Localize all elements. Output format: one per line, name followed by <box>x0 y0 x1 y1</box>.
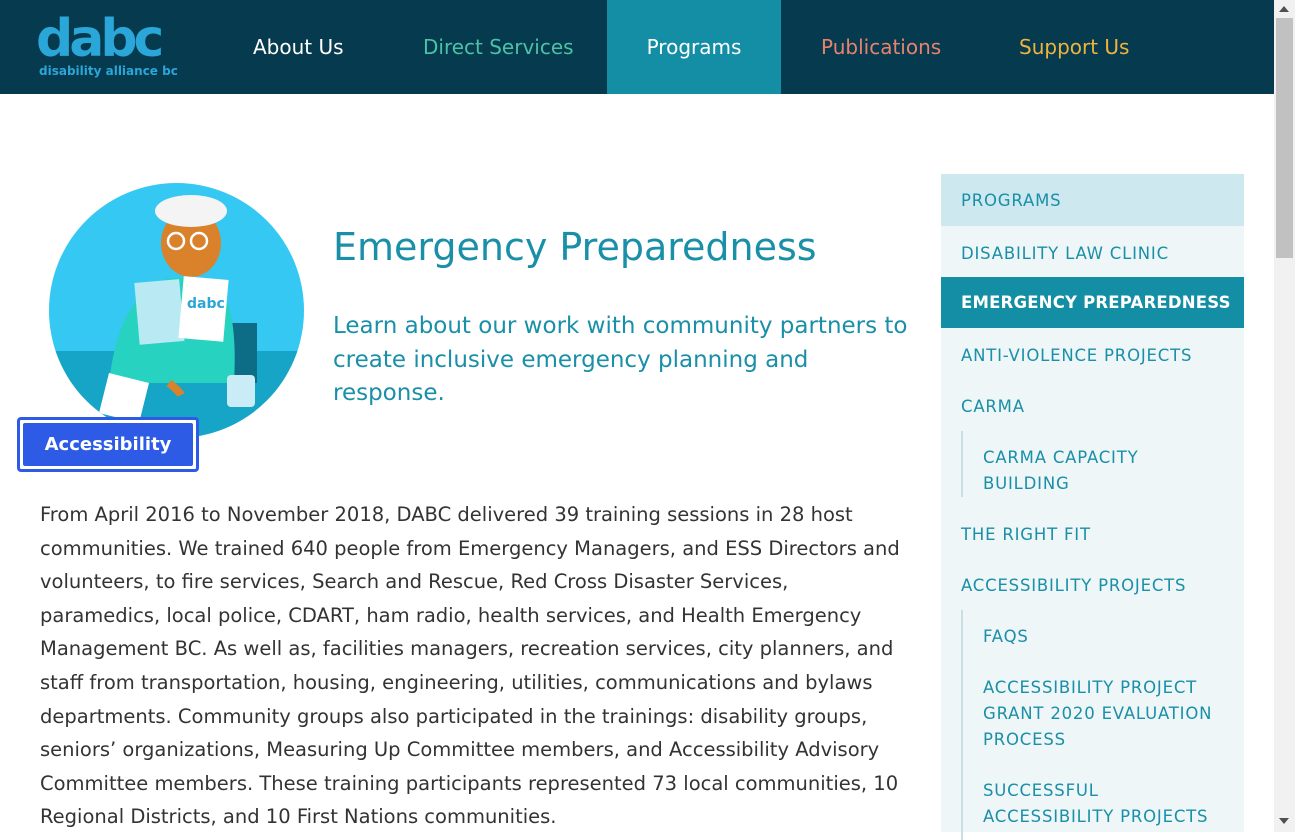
nav-about-us-label: About Us <box>253 35 344 59</box>
sidebar-item-accessibility-projects[interactable]: ACCESSIBILITY PROJECTS <box>941 573 1244 599</box>
sidebar-item-faqs[interactable]: FAQS <box>941 624 1244 650</box>
svg-text:dabc: dabc <box>36 14 162 64</box>
sidebar-item-grant-2020-evaluation[interactable]: ACCESSIBILITY PROJECT GRANT 2020 EVALUAT… <box>941 675 1241 753</box>
nav-programs-label: Programs <box>646 35 742 59</box>
body-paragraph: From April 2016 to November 2018, DABC d… <box>40 503 900 829</box>
page-title: Emergency Preparedness <box>333 225 817 269</box>
page-subtitle: Learn about our work with community part… <box>333 313 908 406</box>
sidebar-item-carma-capacity-building[interactable]: CARMA CAPACITY BUILDING <box>941 445 1221 497</box>
logo-wordmark-icon: dabc <box>36 9 166 69</box>
sidebar-heading-label: PROGRAMS <box>961 191 1062 210</box>
programs-sidebar: PROGRAMS DISABILITY LAW CLINIC EMERGENCY… <box>941 174 1244 840</box>
sidebar-item-label: SUCCESSFUL ACCESSIBILITY PROJECTS <box>983 781 1209 826</box>
nav-support-us[interactable]: Support Us <box>1019 0 1129 94</box>
sidebar-item-successful-accessibility-projects[interactable]: SUCCESSFUL ACCESSIBILITY PROJECTS <box>941 778 1231 830</box>
nav-publications[interactable]: Publications <box>821 0 941 94</box>
sidebar-item-label: CARMA <box>961 397 1025 416</box>
sidebar-item-label: DISABILITY LAW CLINIC <box>961 244 1169 263</box>
sidebar-item-disability-law-clinic[interactable]: DISABILITY LAW CLINIC <box>941 241 1244 267</box>
sidebar-item-label: EMERGENCY PREPAREDNESS <box>961 293 1231 312</box>
sidebar-item-label: CARMA CAPACITY BUILDING <box>983 448 1139 493</box>
nav-publications-label: Publications <box>821 35 942 59</box>
nav-direct-services-label: Direct Services <box>423 35 574 59</box>
sidebar-item-label: ACCESSIBILITY PROJECTS <box>961 576 1187 595</box>
sidebar-item-label: FAQS <box>983 627 1029 646</box>
scroll-down-arrow-icon[interactable] <box>1279 818 1289 824</box>
accessibility-button[interactable]: Accessibility <box>17 417 199 472</box>
svg-text:dabc: dabc <box>187 296 225 312</box>
sidebar-item-carma[interactable]: CARMA <box>941 394 1244 420</box>
site-header: dabc disability alliance bc About Us Dir… <box>0 0 1274 94</box>
nav-about-us[interactable]: About Us <box>253 0 344 94</box>
sidebar-heading-programs[interactable]: PROGRAMS <box>941 174 1244 226</box>
scroll-up-arrow-icon[interactable] <box>1279 6 1289 12</box>
nav-direct-services[interactable]: Direct Services <box>423 0 574 94</box>
accessibility-button-label: Accessibility <box>23 423 193 466</box>
sidebar-item-the-right-fit[interactable]: THE RIGHT FIT <box>941 522 1244 548</box>
nav-support-us-label: Support Us <box>1019 35 1130 59</box>
sidebar-item-label: ACCESSIBILITY PROJECT GRANT 2020 EVALUAT… <box>983 678 1213 749</box>
sidebar-item-emergency-preparedness[interactable]: EMERGENCY PREPAREDNESS <box>941 277 1244 328</box>
sidebar-item-label: ANTI-VIOLENCE PROJECTS <box>961 346 1193 365</box>
sidebar-item-label: THE RIGHT FIT <box>961 525 1091 544</box>
person-reading-illustration-icon: dabc <box>49 183 304 438</box>
page-scrollbar[interactable] <box>1274 0 1295 832</box>
sidebar-item-anti-violence-projects[interactable]: ANTI-VIOLENCE PROJECTS <box>941 343 1244 369</box>
dabc-logo[interactable]: dabc disability alliance bc <box>36 9 181 82</box>
nav-programs[interactable]: Programs <box>607 0 781 94</box>
logo-subtitle: disability alliance bc <box>39 64 178 78</box>
scroll-thumb[interactable] <box>1276 18 1293 258</box>
